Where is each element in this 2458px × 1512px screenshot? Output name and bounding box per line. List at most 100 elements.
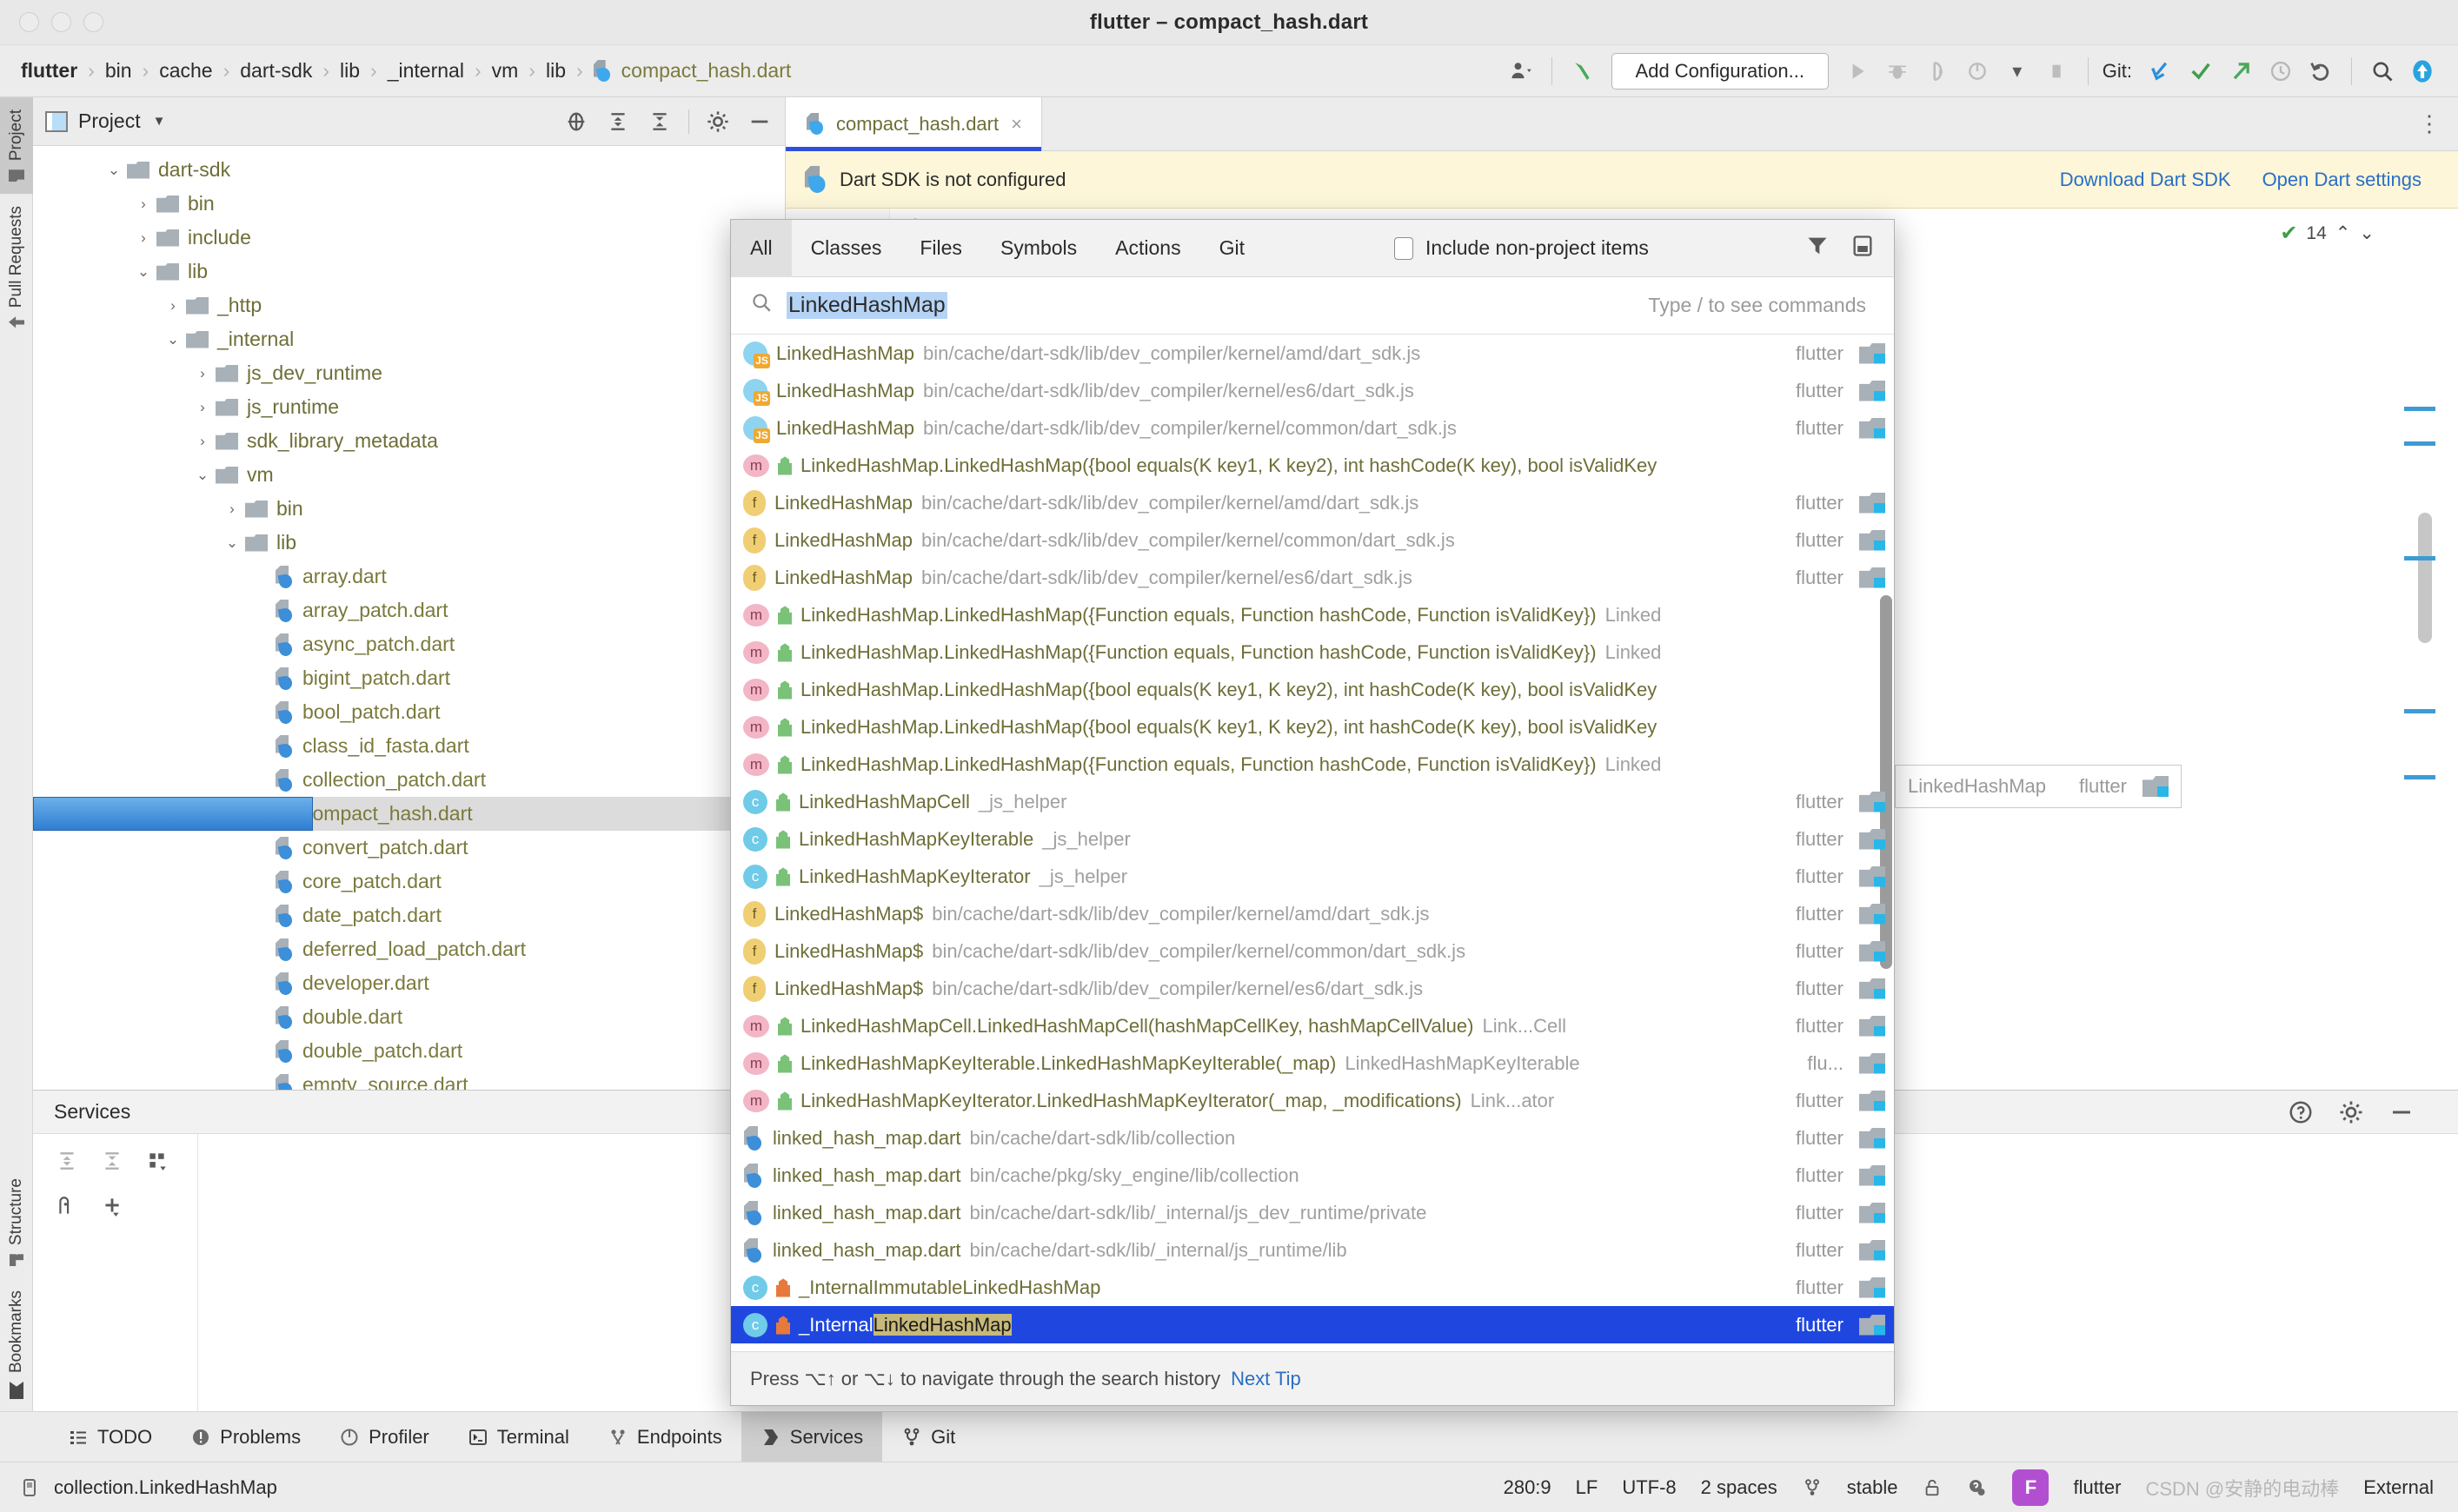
search-result-row[interactable]: m LinkedHashMapKeyIterator.LinkedHashMapK… (731, 1082, 1894, 1119)
close-icon[interactable]: × (1011, 113, 1022, 136)
bottom-tab-git[interactable]: Git (882, 1412, 974, 1462)
updates-icon[interactable] (2402, 51, 2442, 91)
tree-node[interactable]: ⌄ lib (33, 526, 785, 560)
breadcrumb-item-internal[interactable]: _internal (386, 59, 466, 83)
search-result-row[interactable]: m LinkedHashMapCell.LinkedHashMapCell(has… (731, 1007, 1894, 1044)
tab-git[interactable]: Git (1200, 220, 1264, 277)
profile-icon[interactable] (1957, 51, 1997, 91)
unlocked-icon[interactable] (1922, 1476, 1943, 1499)
scrollbar-thumb[interactable] (2418, 513, 2432, 643)
git-push-icon[interactable] (2221, 51, 2261, 91)
tree-node[interactable]: ⌄ vm (33, 458, 785, 492)
chevron-right-icon[interactable]: › (165, 297, 181, 315)
tree-node[interactable]: date_patch.dart (33, 899, 785, 932)
git-history-icon[interactable] (2261, 51, 2301, 91)
search-result-row[interactable]: f LinkedHashMap bin/cache/dart-sdk/lib/dev… (731, 559, 1894, 596)
tree-node[interactable]: ⌄ lib (33, 255, 785, 288)
chevron-right-icon[interactable]: › (195, 365, 210, 382)
hide-icon[interactable] (747, 109, 773, 135)
include-non-project-row[interactable]: Include non-project items (1393, 236, 1649, 260)
editor-tab-options-icon[interactable]: ⋮ (2418, 97, 2458, 150)
tree-node[interactable]: class_id_fasta.dart (33, 729, 785, 763)
sidebar-item-project[interactable]: Project (0, 97, 33, 195)
tree-node[interactable]: bigint_patch.dart (33, 661, 785, 695)
tree-node[interactable]: deferred_load_patch.dart (33, 932, 785, 966)
breadcrumb-item-file[interactable]: compact_hash.dart (620, 59, 794, 83)
tree-node[interactable]: › sdk_library_metadata (33, 424, 785, 458)
group-by-icon[interactable] (144, 1148, 170, 1174)
stop-icon[interactable] (2037, 51, 2077, 91)
search-result-row[interactable]: f LinkedHashMap bin/cache/dart-sdk/lib/dev… (731, 521, 1894, 559)
search-result-row[interactable]: m LinkedHashMap.LinkedHashMap({Function e… (731, 746, 1894, 783)
breadcrumb-item-cache[interactable]: cache (157, 59, 214, 83)
breadcrumb-item-lib[interactable]: lib (338, 59, 362, 83)
tree-node[interactable]: core_patch.dart (33, 865, 785, 899)
editor-scrollbar[interactable] (2401, 209, 2439, 1090)
search-result-row[interactable]: LinkedHashMap bin/cache/dart-sdk/lib/dev_… (731, 372, 1894, 409)
search-result-row[interactable]: m LinkedHashMap.LinkedHashMap({Function e… (731, 633, 1894, 671)
tree-node[interactable]: array.dart (33, 560, 785, 594)
search-result-row[interactable]: f LinkedHashMap$ bin/cache/dart-sdk/lib/de… (731, 932, 1894, 970)
git-branch-name[interactable]: stable (1847, 1476, 1898, 1499)
chevron-right-icon[interactable]: › (136, 229, 151, 247)
breadcrumb-item-dart-sdk[interactable]: dart-sdk (238, 59, 314, 83)
git-update-icon[interactable] (2141, 51, 2181, 91)
search-result-row[interactable]: c LinkedHashMapCell _js_helper flutter (731, 783, 1894, 820)
inspection-widget[interactable]: ✔ 14 ⌃ ⌄ (2280, 221, 2375, 246)
search-result-row[interactable]: f LinkedHashMap$ bin/cache/dart-sdk/lib/de… (731, 970, 1894, 1007)
tree-node[interactable]: › include (33, 221, 785, 255)
search-result-row[interactable]: m LinkedHashMap.LinkedHashMap({bool equal… (731, 708, 1894, 746)
bottom-tab-services[interactable]: Services (741, 1411, 883, 1462)
next-problem-icon[interactable]: ⌄ (2359, 222, 2375, 244)
preview-toggle-icon[interactable] (1850, 234, 1875, 262)
add-configuration-button[interactable]: Add Configuration... (1611, 52, 1829, 90)
project-tree[interactable]: ⌄ dart-sdk › bin › include ⌄ lib › _http ⌄ _interna… (33, 146, 785, 1190)
sidebar-item-pull-requests[interactable]: Pull Requests (0, 194, 33, 342)
tree-node[interactable]: async_patch.dart (33, 627, 785, 661)
chevron-right-icon[interactable]: › (195, 399, 210, 416)
user-profile-icon[interactable] (1501, 51, 1541, 91)
build-hammer-icon[interactable] (1563, 51, 1603, 91)
open-dart-settings-link[interactable]: Open Dart settings (2262, 169, 2421, 191)
chevron-right-icon[interactable]: › (224, 501, 240, 518)
memory-icon[interactable] (19, 1476, 40, 1499)
tree-node[interactable]: ⌄ _internal (33, 322, 785, 356)
tree-node[interactable]: array_patch.dart (33, 594, 785, 627)
search-result-row[interactable]: linked_hash_map.dart bin/cache/dart-sdk/l… (731, 1119, 1894, 1157)
download-dart-sdk-link[interactable]: Download Dart SDK (2060, 169, 2231, 191)
chevron-down-icon[interactable]: ▾ (1997, 51, 2037, 91)
search-result-row[interactable]: linked_hash_map.dart bin/cache/dart-sdk/l… (731, 1194, 1894, 1231)
search-result-row[interactable]: LinkedHashMap bin/cache/dart-sdk/lib/dev_… (731, 409, 1894, 447)
search-result-row[interactable]: linked_hash_map.dart bin/cache/pkg/sky_en… (731, 1157, 1894, 1194)
settings-gear-icon[interactable] (2338, 1099, 2364, 1125)
search-result-row[interactable]: c LinkedHashMapKeyIterable _js_helper flutt… (731, 820, 1894, 858)
search-result-row[interactable]: LinkedHashMap bin/cache/dart-sdk/lib/dev_… (731, 335, 1894, 372)
editor-tab-compact-hash[interactable]: compact_hash.dart × (786, 97, 1042, 151)
git-commit-icon[interactable] (2181, 51, 2221, 91)
bottom-tab-terminal[interactable]: Terminal (448, 1412, 588, 1462)
tab-files[interactable]: Files (900, 220, 981, 277)
file-encoding[interactable]: UTF-8 (1622, 1476, 1676, 1499)
tree-node[interactable]: › js_dev_runtime (33, 356, 785, 390)
flutter-plugin-badge[interactable]: F (2012, 1469, 2049, 1506)
chevron-down-icon[interactable]: ⌄ (106, 162, 122, 179)
indent-setting[interactable]: 2 spaces (1701, 1476, 1777, 1499)
settings-gear-icon[interactable] (705, 109, 731, 135)
search-input[interactable]: LinkedHashMap (787, 292, 947, 319)
tab-symbols[interactable]: Symbols (981, 220, 1096, 277)
coverage-icon[interactable] (1917, 51, 1957, 91)
hide-icon[interactable] (2388, 1099, 2415, 1125)
prev-problem-icon[interactable]: ⌃ (2335, 222, 2351, 244)
search-results-list[interactable]: LinkedHashMap bin/cache/dart-sdk/lib/dev_… (731, 335, 1894, 1351)
search-everywhere-icon[interactable] (2362, 51, 2402, 91)
tree-node[interactable]: developer.dart (33, 966, 785, 1000)
chevron-down-icon[interactable]: ⌄ (224, 534, 240, 552)
bottom-tab-profiler[interactable]: Profiler (320, 1412, 448, 1462)
tree-node[interactable]: double_patch.dart (33, 1034, 785, 1068)
breadcrumb-item-bin[interactable]: bin (103, 59, 134, 83)
tab-classes[interactable]: Classes (792, 220, 901, 277)
bottom-tab-problems[interactable]: Problems (171, 1412, 320, 1462)
help-icon[interactable] (2288, 1099, 2314, 1125)
breadcrumb-item-lib2[interactable]: lib (544, 59, 568, 83)
include-non-project-checkbox[interactable] (1393, 236, 1413, 260)
